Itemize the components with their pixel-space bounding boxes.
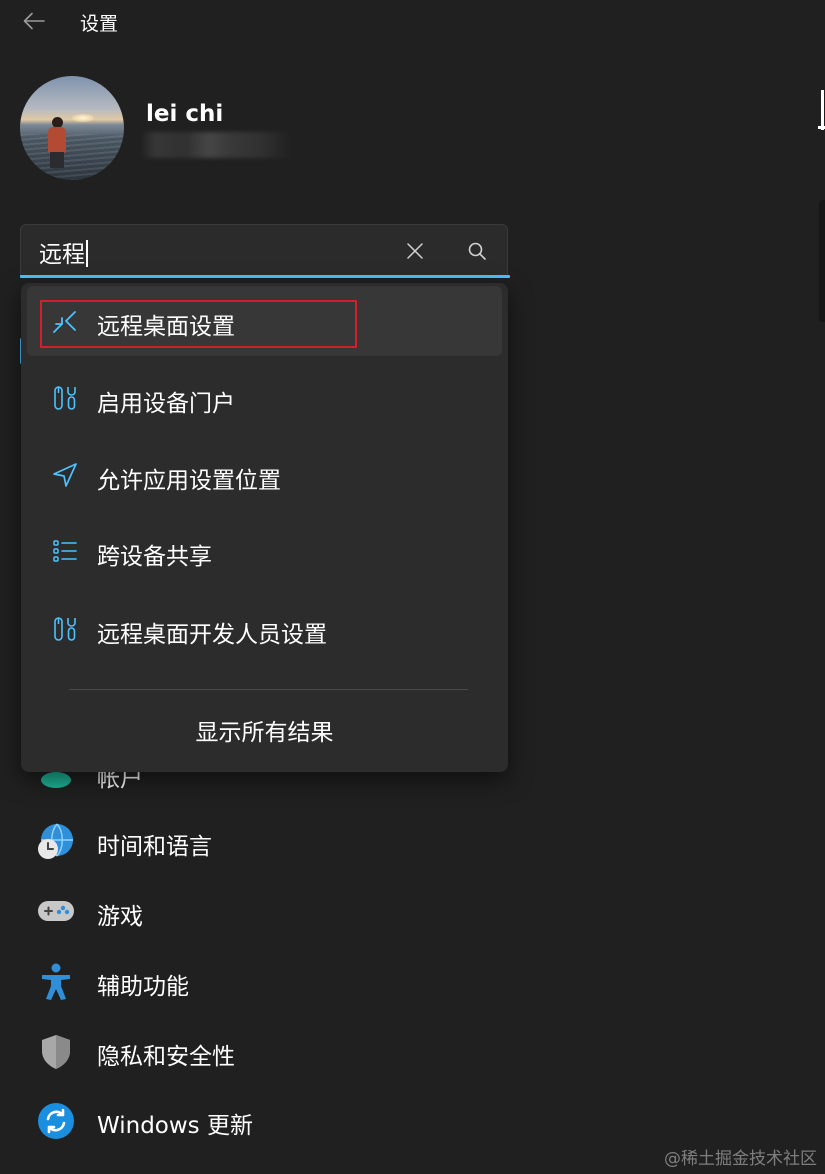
suggestion-device-portal[interactable]: 启用设备门户 [27, 363, 502, 433]
partial-heading-glyph [818, 90, 825, 130]
settings-window: 设置 lei chi 帐户 时间和语言 游戏 辅助功能 隐私和安全性 Windo… [0, 0, 825, 1174]
developer-tools-icon [54, 386, 76, 410]
nav-item-label: 时间和语言 [97, 834, 212, 860]
windows-update-icon [38, 1103, 74, 1139]
nav-item-label: 隐私和安全性 [97, 1044, 235, 1070]
window-title: 设置 [80, 13, 119, 35]
dropdown-divider [69, 689, 468, 690]
suggestion-label: 跨设备共享 [97, 544, 212, 570]
show-all-results-button[interactable]: 显示所有结果 [21, 713, 508, 747]
accessibility-icon [42, 963, 70, 1000]
shield-icon [42, 1035, 70, 1069]
avatar[interactable] [20, 76, 124, 180]
nav-item-label: Windows 更新 [97, 1113, 253, 1139]
search-focus-underline [20, 275, 510, 278]
clear-search-button[interactable] [403, 239, 427, 263]
suggestion-label: 允许应用设置位置 [97, 468, 281, 494]
time-language-icon [38, 823, 73, 859]
suggestion-cross-device[interactable]: 跨设备共享 [27, 516, 502, 586]
search-value: 远程 [39, 242, 85, 268]
search-input[interactable]: 远程 [20, 224, 508, 277]
gamepad-icon [38, 901, 74, 921]
red-highlight-annotation [40, 300, 357, 348]
partial-panel [819, 200, 825, 322]
search-icon [468, 242, 486, 260]
suggestion-remote-desktop-developer[interactable]: 远程桌面开发人员设置 [27, 594, 502, 664]
user-name: lei chi [146, 101, 224, 127]
suggestion-label: 启用设备门户 [97, 391, 235, 417]
back-button[interactable] [20, 6, 50, 36]
search-button[interactable] [465, 239, 489, 263]
suggestion-location[interactable]: 允许应用设置位置 [27, 440, 502, 510]
location-arrow-icon [53, 463, 77, 487]
list-icon [53, 540, 77, 562]
text-caret [86, 240, 88, 267]
arrow-left-icon [23, 12, 45, 30]
watermark: @稀土掘金技术社区 [664, 1149, 817, 1169]
search-suggestions-dropdown: 远程桌面设置 启用设备门户 允许应用设置位置 跨设备共享 远程桌面开发人员设置 … [21, 283, 508, 772]
user-email-blurred [140, 132, 292, 158]
close-icon [407, 243, 423, 259]
nav-item-label: 游戏 [97, 904, 143, 930]
developer-tools-icon [54, 617, 76, 641]
nav-item-label: 辅助功能 [97, 974, 189, 1000]
suggestion-label: 远程桌面开发人员设置 [97, 622, 327, 648]
suggestion-remote-desktop[interactable]: 远程桌面设置 [27, 286, 502, 356]
